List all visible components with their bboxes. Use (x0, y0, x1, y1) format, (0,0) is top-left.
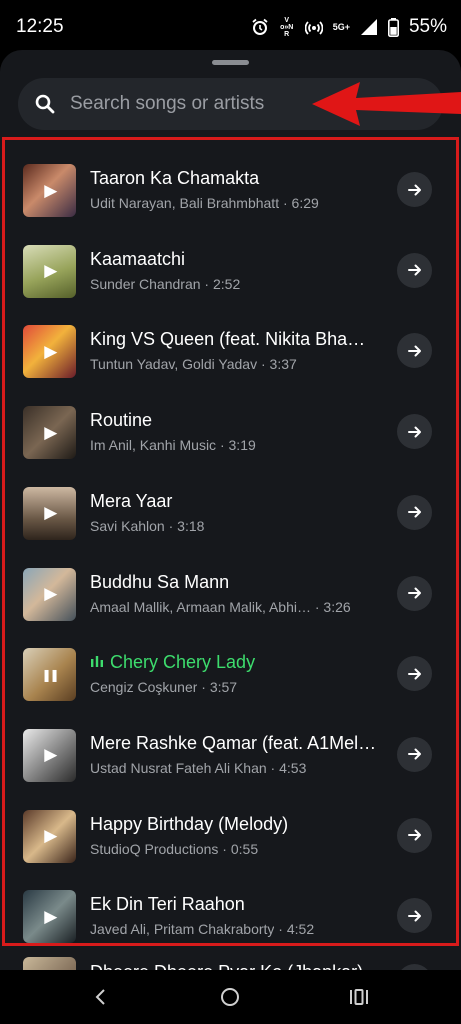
navigation-bar (0, 970, 461, 1024)
drag-handle[interactable] (212, 60, 249, 65)
signal-icon (360, 18, 378, 36)
battery-icon (387, 17, 399, 37)
status-bar: 12:25 Vo»NR 5G+ 55% (0, 0, 461, 52)
home-icon (221, 988, 239, 1006)
home-button[interactable] (212, 982, 248, 1012)
search-icon (34, 93, 56, 120)
volte-label: Vo»NR (280, 16, 294, 38)
alarm-icon (251, 18, 269, 36)
recents-icon (350, 989, 368, 1005)
annotation-arrow-icon (312, 82, 461, 126)
highlight-box (2, 137, 459, 946)
list-item-partial[interactable]: Dheere Dheere Pyar Ko (Jhankar) (0, 950, 461, 972)
back-icon (95, 989, 105, 1005)
battery-percent: 55% (408, 16, 447, 37)
status-icons: Vo»NR 5G+ 55% (251, 14, 447, 40)
status-time: 12:25 (16, 16, 64, 37)
recents-button[interactable] (341, 982, 377, 1012)
network-type-label: 5G+ (332, 22, 350, 32)
back-button[interactable] (83, 982, 119, 1012)
hotspot-icon (304, 18, 323, 36)
